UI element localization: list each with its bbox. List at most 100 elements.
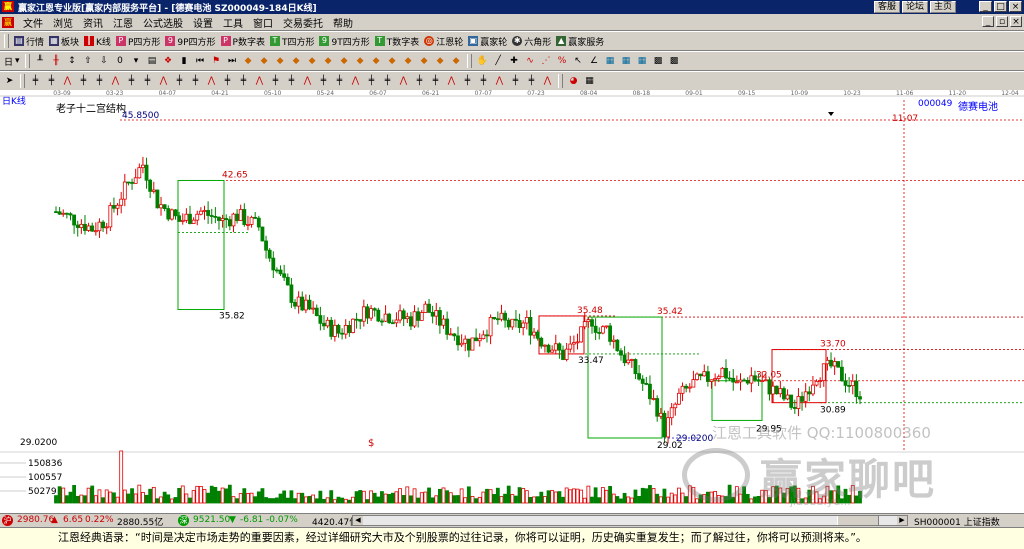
gann-fan-icon[interactable]: ⋀ xyxy=(110,76,121,87)
gann-line-icon[interactable]: ╪ xyxy=(526,76,537,87)
gann-line-icon[interactable]: ╪ xyxy=(430,76,441,87)
gann-line-icon[interactable]: ╪ xyxy=(382,76,393,87)
list-icon[interactable]: ▤ xyxy=(147,56,158,67)
cross-icon[interactable]: ✚ xyxy=(509,56,520,67)
toolbar-button-quote[interactable]: ▤ 行情 xyxy=(14,35,44,48)
menu-trade[interactable]: 交易委托 xyxy=(278,15,328,30)
diamond-icon[interactable]: ◆ xyxy=(323,56,334,67)
first-page-icon[interactable]: ⏮ xyxy=(195,56,206,67)
menu-browse[interactable]: 浏览 xyxy=(48,15,78,30)
diamond-icon[interactable]: ◆ xyxy=(243,56,254,67)
table-icon[interactable]: ▦ xyxy=(637,56,648,67)
gann-line-icon[interactable]: ╪ xyxy=(94,76,105,87)
table-icon[interactable]: ▦ xyxy=(605,56,616,67)
diamond-icon[interactable]: ◆ xyxy=(259,56,270,67)
gann-line-icon[interactable]: ╪ xyxy=(46,76,57,87)
gann-fan-icon[interactable]: ⋀ xyxy=(398,76,409,87)
menu-help[interactable]: 帮助 xyxy=(328,15,358,30)
document-icon[interactable]: 赢 xyxy=(2,16,14,28)
gann-line-icon[interactable]: ╪ xyxy=(414,76,425,87)
mdi-close-button[interactable]: × xyxy=(1010,16,1022,27)
menu-gann[interactable]: 江恩 xyxy=(108,15,138,30)
diamond-icon[interactable]: ◆ xyxy=(291,56,302,67)
gann-line-icon[interactable]: ╪ xyxy=(222,76,233,87)
gann-line-icon[interactable]: ╪ xyxy=(318,76,329,87)
gann-line-icon[interactable]: ╪ xyxy=(270,76,281,87)
angle-icon[interactable]: ∠ xyxy=(589,56,600,67)
candle-icon[interactable]: ╫ xyxy=(51,56,62,67)
gann-line-icon[interactable]: ╪ xyxy=(334,76,345,87)
chevron-down-icon[interactable]: ▾ xyxy=(131,56,142,67)
period-select[interactable]: 日 ▾ xyxy=(4,55,20,68)
toolbar-button-hexagon[interactable]: ✱ 六角形 xyxy=(512,35,551,48)
gann-line-icon[interactable]: ╪ xyxy=(174,76,185,87)
zoom-in-icon[interactable]: ↕ xyxy=(67,56,78,67)
gann-line-icon[interactable]: ╪ xyxy=(30,76,41,87)
menu-window[interactable]: 窗口 xyxy=(248,15,278,30)
grid-icon[interactable]: ▩ xyxy=(669,56,680,67)
gann-fan-icon[interactable]: ⋀ xyxy=(542,76,553,87)
diamond-icon[interactable]: ◆ xyxy=(371,56,382,67)
gann-fan-icon[interactable]: ⋀ xyxy=(302,76,313,87)
gann-fan-icon[interactable]: ⋀ xyxy=(350,76,361,87)
toolbar-button-9p-square[interactable]: 9 9P四方形 xyxy=(165,35,216,48)
toolbar-button-9t-square[interactable]: 9 9T四方形 xyxy=(319,35,370,48)
grid-icon[interactable]: ▩ xyxy=(653,56,664,67)
toolbar-button-p-table[interactable]: P P数字表 xyxy=(220,35,265,48)
cursor-icon[interactable]: ↖ xyxy=(573,56,584,67)
diamond-icon[interactable]: ◆ xyxy=(355,56,366,67)
maximize-button[interactable]: □ xyxy=(994,1,1007,12)
menu-settings[interactable]: 设置 xyxy=(188,15,218,30)
toolbar-button-service[interactable]: ▲ 赢家服务 xyxy=(556,35,604,48)
diamond-icon[interactable]: ◆ xyxy=(275,56,286,67)
gann-line-icon[interactable]: ╪ xyxy=(142,76,153,87)
link-support[interactable]: 客服 xyxy=(873,1,900,13)
info-icon[interactable]: ▮ xyxy=(179,56,190,67)
palette-icon[interactable]: ▦ xyxy=(584,76,595,87)
menu-formula[interactable]: 公式选股 xyxy=(138,15,188,30)
toolbar-button-sector[interactable]: ▦ 板块 xyxy=(49,35,79,48)
scroll-left-icon[interactable]: ◀ xyxy=(353,516,363,525)
diamond-icon[interactable]: ◆ xyxy=(451,56,462,67)
kline-chart-pane[interactable]: 03-09 03-23 04-07 04-21 05-10 05-24 06-07 06-21… xyxy=(0,90,1024,513)
fan-icon[interactable]: ⋰ xyxy=(541,56,552,67)
close-button[interactable]: × xyxy=(1009,1,1022,12)
diamond-icon[interactable]: ◆ xyxy=(387,56,398,67)
gann-fan-icon[interactable]: ⋀ xyxy=(494,76,505,87)
gann-line-icon[interactable]: ╪ xyxy=(190,76,201,87)
toolbar-button-winner-wheel[interactable]: ▣ 赢家轮 xyxy=(468,35,507,48)
gann-line-icon[interactable]: ╪ xyxy=(478,76,489,87)
gann-fan-icon[interactable]: ⋀ xyxy=(158,76,169,87)
gann-fan-icon[interactable]: ⋀ xyxy=(206,76,217,87)
bar-chart-icon[interactable]: ╨ xyxy=(35,56,46,67)
diamond-icon[interactable]: ◆ xyxy=(403,56,414,67)
diamond-icon[interactable]: ◆ xyxy=(419,56,430,67)
gann-fan-icon[interactable]: ⋀ xyxy=(446,76,457,87)
flag-icon[interactable]: ⚑ xyxy=(211,56,222,67)
toolbar-button-gann-wheel[interactable]: ◎ 江恩轮 xyxy=(424,35,463,48)
scroll-right-icon[interactable]: ▶ xyxy=(897,516,907,525)
menu-tools[interactable]: 工具 xyxy=(218,15,248,30)
minimize-button[interactable]: _ xyxy=(979,1,992,12)
hand-icon[interactable]: ✋ xyxy=(477,56,488,67)
gann-fan-icon[interactable]: ⋀ xyxy=(254,76,265,87)
link-homepage[interactable]: 主页 xyxy=(929,1,956,13)
wave-icon[interactable]: ∿ xyxy=(525,56,536,67)
number-icon[interactable]: 0 xyxy=(115,56,126,67)
diamond-icon[interactable]: ◆ xyxy=(339,56,350,67)
menu-info[interactable]: 资讯 xyxy=(78,15,108,30)
gann-line-icon[interactable]: ╪ xyxy=(126,76,137,87)
diamond-icon[interactable]: ◆ xyxy=(435,56,446,67)
link-forum[interactable]: 论坛 xyxy=(901,1,928,13)
gann-line-icon[interactable]: ╪ xyxy=(510,76,521,87)
last-page-icon[interactable]: ⏭ xyxy=(227,56,238,67)
diamond-icon[interactable]: ◆ xyxy=(307,56,318,67)
gann-line-icon[interactable]: ╪ xyxy=(286,76,297,87)
settings-icon[interactable]: ❖ xyxy=(163,56,174,67)
line-icon[interactable]: ╱ xyxy=(493,56,504,67)
gann-line-icon[interactable]: ╪ xyxy=(78,76,89,87)
gann-line-icon[interactable]: ╪ xyxy=(366,76,377,87)
arrow-icon[interactable]: ➤ xyxy=(4,76,15,87)
arrow-up-icon[interactable]: ⇧ xyxy=(83,56,94,67)
toolbar-button-t-table[interactable]: T T数字表 xyxy=(374,35,419,48)
